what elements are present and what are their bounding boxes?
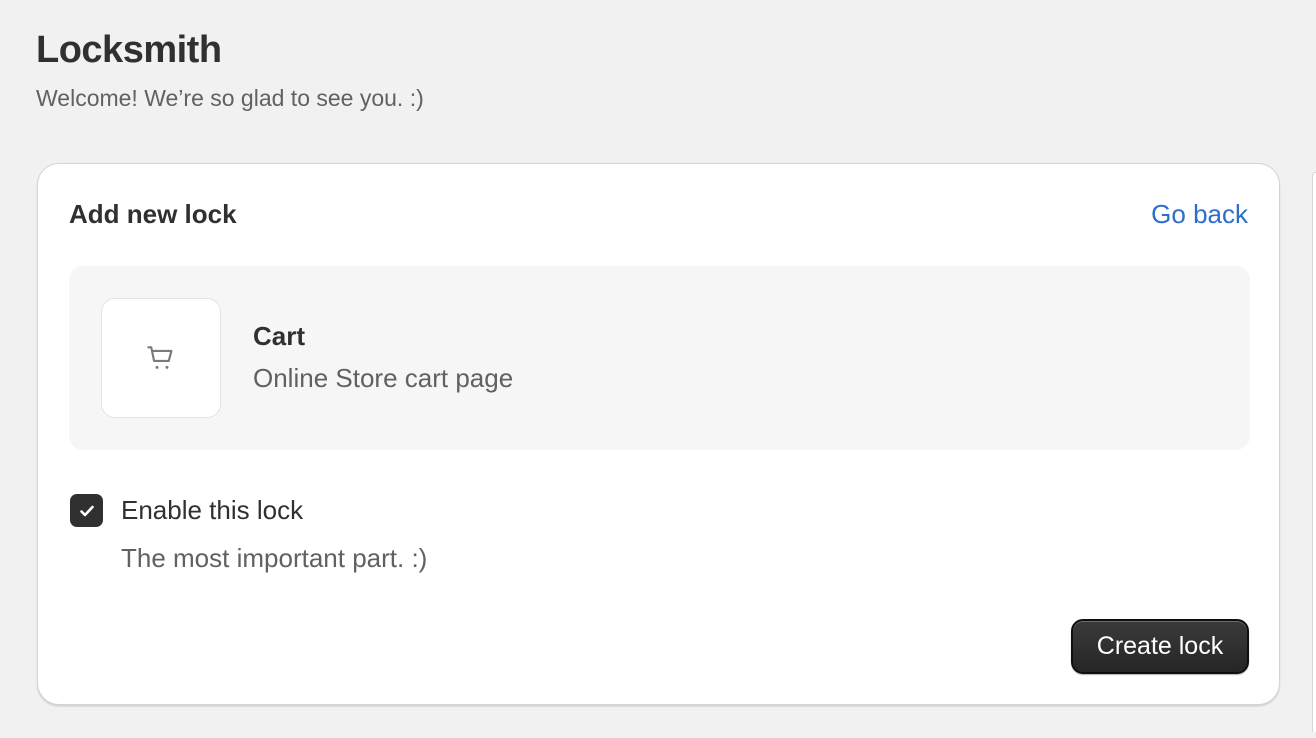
enable-lock-label[interactable]: Enable this lock [121,494,303,526]
app-page: Locksmith Welcome! We’re so glad to see … [0,0,1316,738]
cart-icon [147,346,173,369]
add-lock-card: Add new lock Go back Cart Online Store c… [37,163,1280,705]
go-back-link[interactable]: Go back [1151,198,1248,230]
page-title: Locksmith [36,29,222,71]
create-lock-button[interactable]: Create lock [1071,619,1249,674]
resource-description: Online Store cart page [253,363,514,393]
card-title: Add new lock [69,199,237,229]
enable-lock-help-text: The most important part. :) [121,543,428,573]
page-subtitle: Welcome! We’re so glad to see you. :) [36,85,424,111]
resource-summary: Cart Online Store cart page [69,266,1250,450]
adjacent-panel-edge [1312,172,1316,732]
enable-lock-checkbox[interactable] [70,494,103,527]
resource-title: Cart [253,321,306,351]
checkmark-icon [79,505,94,516]
resource-thumbnail [101,298,221,418]
